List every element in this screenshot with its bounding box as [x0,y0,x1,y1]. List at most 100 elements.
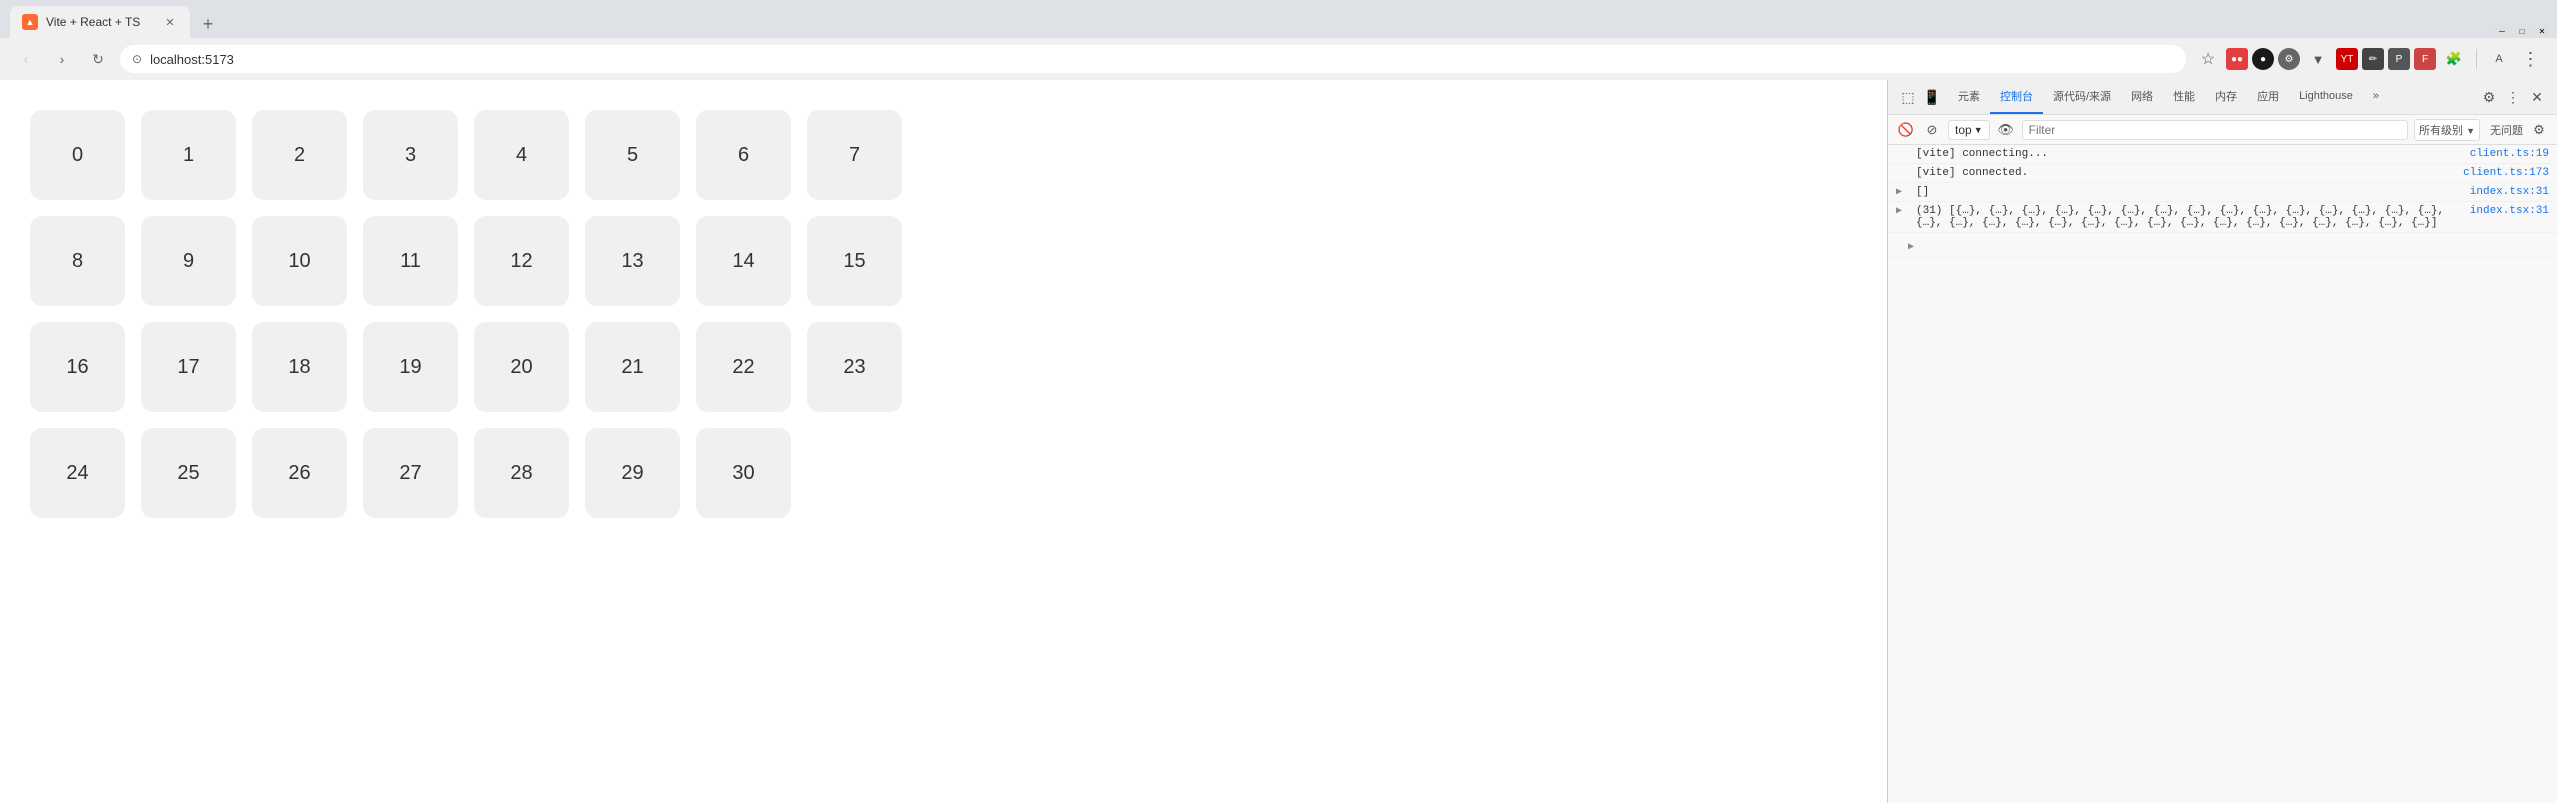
devtools-device-icon[interactable]: 📱 [1922,87,1942,107]
new-tab-button[interactable]: + [194,10,222,38]
grid-item: 3 [363,110,458,200]
grid-item: 25 [141,428,236,518]
grid-item: 9 [141,216,236,306]
grid-item: 5 [585,110,680,200]
back-button[interactable]: ‹ [12,45,40,73]
devtools-right-icons: ⚙ ⋮ ✕ [2473,80,2553,114]
grid-item: 15 [807,216,902,306]
console-text-1: [vite] connecting... [1916,148,2462,160]
grid-item: 20 [474,322,569,412]
browser-actions: ☆ ●● ● ⚙ ▼ YT ✏ P F 🧩 A ⋮ [2194,45,2545,73]
console-text-2: [vite] connected. [1916,167,2455,179]
window-controls: ─ □ ✕ [2487,24,2557,38]
grid-item: 23 [807,322,902,412]
grid-item: 18 [252,322,347,412]
refresh-button[interactable]: ↻ [84,45,112,73]
grid-item: 17 [141,322,236,412]
tab-console[interactable]: 控制台 [1990,80,2043,114]
grid-item: 12 [474,216,569,306]
minimize-button[interactable]: ─ [2495,24,2509,38]
grid-item: 13 [585,216,680,306]
grid-item: 10 [252,216,347,306]
browser-controls: ‹ › ↻ ⊙ localhost:5173 ☆ ●● ● ⚙ ▼ YT ✏ P… [0,38,2557,80]
console-link-4[interactable]: index.tsx:31 [2470,205,2549,217]
log-level-selector[interactable]: 所有级别 ▼ [2414,119,2480,141]
grid-item: 14 [696,216,791,306]
devtools-settings-icon[interactable]: ⚙ [2479,87,2499,107]
devtools-more-icon[interactable]: ⋮ [2503,87,2523,107]
console-text-3: [] [1916,186,2462,198]
ext-icon-9[interactable]: 🧩 [2440,45,2468,73]
filter-input[interactable] [2022,120,2408,140]
ext-icon-8[interactable]: F [2414,48,2436,70]
tab-title: Vite + React + TS [46,15,154,29]
grid-item: 29 [585,428,680,518]
grid-item: 0 [30,110,125,200]
separator [2476,49,2477,69]
console-text-4: (31) [{…}, {…}, {…}, {…}, {…}, {…}, {…},… [1916,205,2446,229]
devtools-console-content: [vite] connecting... client.ts:19 [vite]… [1888,145,2557,803]
grid-item: 30 [696,428,791,518]
menu-button[interactable]: ⋮ [2517,45,2545,73]
grid-item: 7 [807,110,902,200]
grid-item: 26 [252,428,347,518]
console-link-3[interactable]: index.tsx:31 [2470,186,2549,198]
tab-close-button[interactable]: ✕ [162,14,178,30]
ext-icon-2[interactable]: ● [2252,48,2274,70]
address-text: localhost:5173 [150,52,234,67]
maximize-button[interactable]: □ [2515,24,2529,38]
more-button[interactable]: ▶ [1904,240,1918,254]
active-tab[interactable]: ▲ Vite + React + TS ✕ [10,6,190,38]
grid-item: 21 [585,322,680,412]
ext-icon-6[interactable]: ✏ [2362,48,2384,70]
webpage-content: 0123456789101112131415161718192021222324… [0,80,1887,803]
issues-label: 无问题 [2490,122,2523,138]
tab-sources[interactable]: 源代码/来源 [2043,80,2121,114]
number-grid: 0123456789101112131415161718192021222324… [30,110,900,518]
address-bar[interactable]: ⊙ localhost:5173 [120,45,2186,73]
devtools-panel: ⬚ 📱 元素 控制台 源代码/来源 网络 性能 [1887,80,2557,803]
context-selector[interactable]: top ▼ [1948,120,1990,140]
devtools-inspect-icon[interactable]: ⬚ [1898,87,1918,107]
devtools-close-icon[interactable]: ✕ [2527,87,2547,107]
grid-item: 28 [474,428,569,518]
tab-more[interactable]: » [2363,80,2389,114]
grid-item: 16 [30,322,125,412]
profile-button[interactable]: A [2485,45,2513,73]
close-button[interactable]: ✕ [2535,24,2549,38]
filter-icon[interactable]: ⊘ [1922,120,1942,140]
grid-item: 22 [696,322,791,412]
grid-item: 11 [363,216,458,306]
tab-network[interactable]: 网络 [2121,80,2163,114]
ext-icon-4[interactable]: ▼ [2304,45,2332,73]
bookmark-button[interactable]: ☆ [2194,45,2222,73]
expand-icon-3: ▶ [1896,186,1908,198]
tab-performance[interactable]: 性能 [2163,80,2205,114]
grid-item: 19 [363,322,458,412]
grid-item: 4 [474,110,569,200]
grid-item: 24 [30,428,125,518]
context-dropdown-icon: ▼ [1974,125,1983,135]
grid-item: 1 [141,110,236,200]
console-link-1[interactable]: client.ts:19 [2470,148,2549,160]
console-link-2[interactable]: client.ts:173 [2463,167,2549,179]
tab-application[interactable]: 应用 [2247,80,2289,114]
forward-button[interactable]: › [48,45,76,73]
ext-icon-5[interactable]: YT [2336,48,2358,70]
tab-memory[interactable]: 内存 [2205,80,2247,114]
console-line-2: [vite] connected. client.ts:173 [1888,164,2557,183]
main-area: 0123456789101112131415161718192021222324… [0,80,2557,803]
grid-item: 27 [363,428,458,518]
tab-lighthouse[interactable]: Lighthouse [2289,80,2363,114]
ext-icon-7[interactable]: P [2388,48,2410,70]
eye-icon[interactable]: 👁 [1996,120,2016,140]
grid-item: 2 [252,110,347,200]
ext-icon-1[interactable]: ●● [2226,48,2248,70]
tab-elements[interactable]: 元素 [1948,80,1990,114]
settings-gear-icon[interactable]: ⚙ [2529,120,2549,140]
clear-console-icon[interactable]: 🚫 [1896,120,1916,140]
expand-icon-4: ▶ [1896,205,1908,217]
ext-icon-3[interactable]: ⚙ [2278,48,2300,70]
devtools-left-icons: ⬚ 📱 [1892,80,1948,114]
grid-item: 8 [30,216,125,306]
